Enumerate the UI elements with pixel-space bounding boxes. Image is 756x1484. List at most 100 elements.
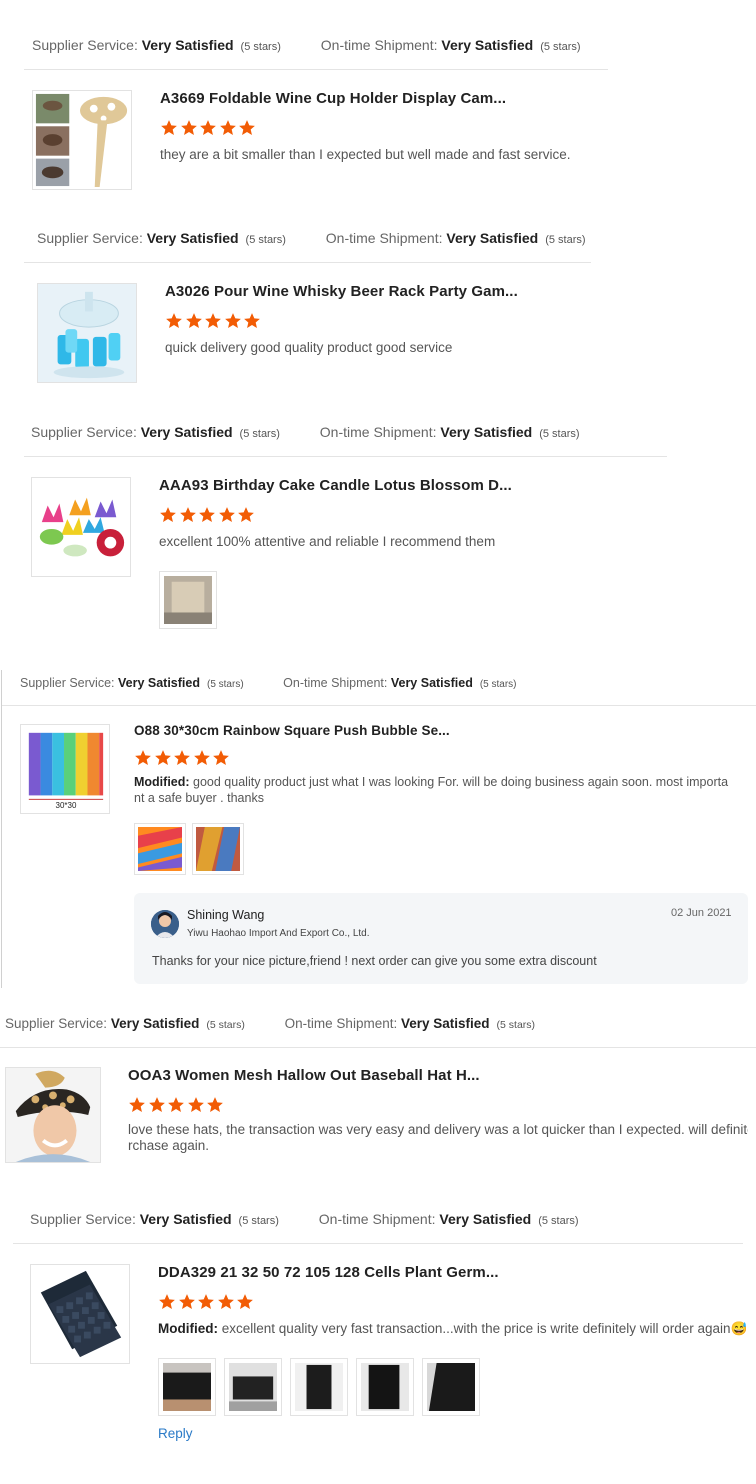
supplier-service-value: Very Satisfied (141, 37, 234, 53)
shipment-value: Very Satisfied (446, 230, 539, 246)
review-photo[interactable] (224, 1358, 282, 1416)
star-icon (212, 749, 230, 767)
star-rating (128, 1096, 226, 1114)
baseball-hat-image[interactable] (5, 1067, 101, 1163)
wine-holder-image[interactable] (32, 90, 132, 190)
star-icon (198, 506, 216, 524)
review-photo[interactable] (134, 823, 186, 875)
star-icon (179, 506, 197, 524)
reply-date: 02 Jun 2021 (671, 907, 732, 919)
star-icon (219, 119, 237, 137)
star-icon (159, 506, 177, 524)
star-rating (134, 749, 232, 767)
divider (0, 1047, 756, 1048)
review-photo[interactable] (159, 571, 217, 629)
supplier-service-label: Supplier Service: (20, 676, 115, 690)
shipment-label: On-time Shipment: (319, 424, 437, 440)
product-title[interactable]: A3669 Foldable Wine Cup Holder Display C… (160, 90, 506, 107)
star-icon (180, 119, 198, 137)
reply-link[interactable]: Reply (158, 1426, 193, 1441)
shipment-label: On-time Shipment: (320, 37, 438, 53)
star-icon (134, 749, 152, 767)
supplier-service-label: Supplier Service: (32, 37, 138, 53)
shipment-value: Very Satisfied (439, 1211, 532, 1227)
star-icon (217, 1293, 235, 1311)
star-icon (187, 1096, 205, 1114)
shipment-label: On-time Shipment: (318, 1211, 436, 1227)
modified-label: Modified: (134, 775, 190, 789)
review-photo[interactable] (290, 1358, 348, 1416)
review-photo[interactable] (158, 1358, 216, 1416)
shipment-value: Very Satisfied (390, 676, 473, 690)
star-rating (158, 1293, 256, 1311)
shipment-label: On-time Shipment: (284, 1016, 398, 1031)
divider (2, 705, 756, 706)
seed-tray-image[interactable] (30, 1264, 130, 1364)
comment-line: good quality product just what I was loo… (193, 775, 729, 789)
lotus-candle-image[interactable] (31, 477, 131, 577)
product-title[interactable]: DDA329 21 32 50 72 105 128 Cells Plant G… (158, 1264, 499, 1281)
comment-line: love these hats, the transaction was ver… (128, 1122, 748, 1137)
star-icon (158, 1293, 176, 1311)
reply-text: Thanks for your nice picture,friend ! ne… (152, 954, 597, 968)
product-title[interactable]: O88 30*30cm Rainbow Square Push Bubble S… (134, 723, 450, 738)
star-icon (178, 1293, 196, 1311)
star-icon (236, 1293, 254, 1311)
shipment-stars: (5 stars) (538, 1215, 579, 1227)
supplier-service-value: Very Satisfied (139, 1211, 232, 1227)
review-photo[interactable] (356, 1358, 414, 1416)
star-icon (173, 749, 191, 767)
star-icon (165, 312, 183, 330)
shipment-value: Very Satisfied (441, 37, 534, 53)
star-rating (160, 119, 258, 137)
star-icon (204, 312, 222, 330)
rainbow-bubble-image[interactable]: 30*30 (20, 724, 110, 814)
star-icon (238, 119, 256, 137)
review-comment: excellent 100% attentive and reliable I … (159, 534, 496, 549)
star-icon (160, 119, 178, 137)
star-icon (167, 1096, 185, 1114)
shipment-label: On-time Shipment: (283, 676, 388, 690)
review-comment: quick delivery good quality product good… (165, 340, 453, 355)
rating-summary: Supplier Service: Very Satisfied (5 stars… (31, 424, 616, 444)
shipment-stars: (5 stars) (479, 679, 517, 690)
shipment-stars: (5 stars) (545, 234, 586, 246)
supplier-service-stars: (5 stars) (238, 1215, 279, 1227)
shipment-stars: (5 stars) (496, 1019, 536, 1031)
divider (24, 456, 667, 457)
supplier-service-label: Supplier Service: (30, 1211, 136, 1227)
star-icon (218, 506, 236, 524)
star-icon (154, 749, 172, 767)
star-icon (193, 749, 211, 767)
product-title[interactable]: A3026 Pour Wine Whisky Beer Rack Party G… (165, 283, 518, 300)
star-rating (159, 506, 257, 524)
supplier-service-stars: (5 stars) (240, 41, 281, 53)
star-icon (243, 312, 261, 330)
supplier-service-value: Very Satisfied (146, 230, 239, 246)
supplier-service-value: Very Satisfied (117, 676, 200, 690)
review-photo[interactable] (422, 1358, 480, 1416)
star-icon (237, 506, 255, 524)
rating-summary: Supplier Service: Very Satisfied (5 stars… (5, 1016, 571, 1036)
supplier-service-stars: (5 stars) (245, 234, 286, 246)
shipment-label: On-time Shipment: (325, 230, 443, 246)
star-icon (148, 1096, 166, 1114)
comment-line: nt a safe buyer . thanks (134, 791, 264, 805)
review-comment: they are a bit smaller than I expected b… (160, 147, 571, 162)
divider (24, 262, 591, 263)
comment-text: excellent quality very fast transaction.… (221, 1321, 748, 1336)
review-photo[interactable] (192, 823, 244, 875)
product-title[interactable]: AAA93 Birthday Cake Candle Lotus Blossom… (159, 477, 512, 494)
comment-line: rchase again. (128, 1138, 210, 1153)
rating-summary: Supplier Service: Very Satisfied (5 stars… (30, 1211, 615, 1231)
review-comment: Modified: excellent quality very fast tr… (158, 1321, 747, 1337)
star-icon (224, 312, 242, 330)
shipment-stars: (5 stars) (539, 428, 580, 440)
shipment-value: Very Satisfied (440, 424, 533, 440)
supplier-service-value: Very Satisfied (140, 424, 233, 440)
wine-rack-image[interactable] (37, 283, 137, 383)
product-title[interactable]: OOA3 Women Mesh Hallow Out Baseball Hat … (128, 1067, 480, 1084)
review-comment: love these hats, the transaction was ver… (128, 1122, 748, 1154)
divider (13, 1243, 743, 1244)
shipment-stars: (5 stars) (540, 41, 581, 53)
